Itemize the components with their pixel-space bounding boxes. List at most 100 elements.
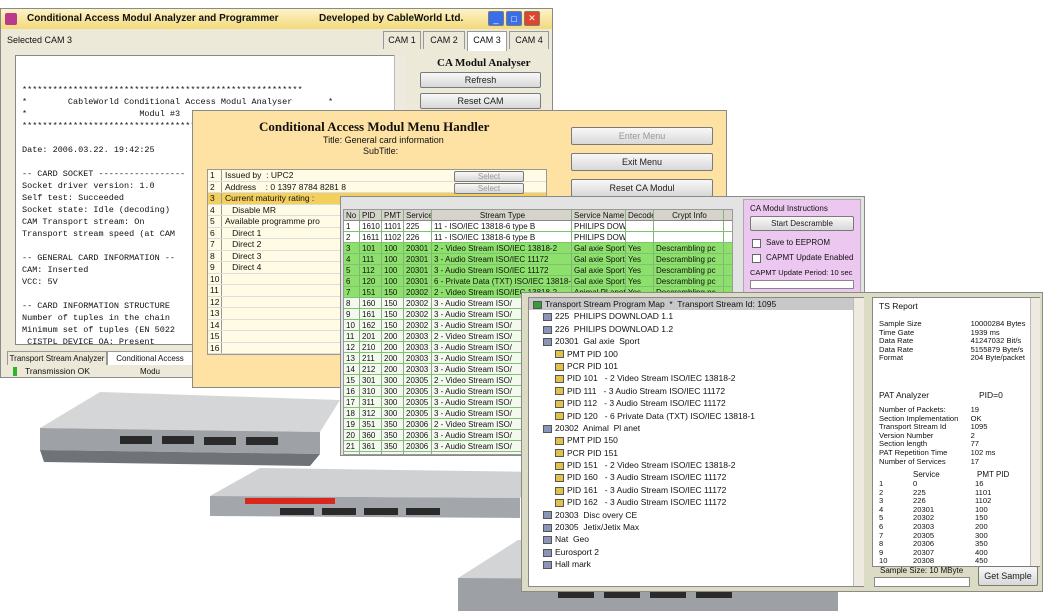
tree-item-label: PID 111 - 3 Audio Stream ISO/IEC 11172 bbox=[567, 385, 726, 396]
table-row[interactable]: 1 1610 1101 225 11 - ISO/IEC 13818-6 type BP… bbox=[344, 221, 732, 232]
refresh-button[interactable]: Refresh bbox=[420, 72, 541, 88]
enter-menu-button[interactable]: Enter Menu bbox=[571, 127, 713, 145]
table-row[interactable]: 5 112 100 20301 3 - Audio Stream ISO/IEC 111… bbox=[344, 265, 732, 276]
menu-row-number: 7 bbox=[208, 239, 222, 250]
table-cell: Descrambling pc bbox=[654, 254, 724, 264]
minimize-button[interactable]: _ bbox=[488, 11, 504, 26]
tree-item[interactable]: Eurosport 2 bbox=[529, 546, 863, 558]
stream-icon bbox=[555, 499, 564, 507]
select-button-1[interactable]: Select bbox=[454, 171, 524, 182]
tree-item[interactable]: 225 PHILIPS DOWNLOAD 1.1 bbox=[529, 310, 863, 322]
tab-cam-2[interactable]: CAM 2 bbox=[423, 31, 465, 49]
service-row: 9 20307 400 bbox=[879, 548, 1029, 558]
get-sample-button[interactable]: Get Sample bbox=[978, 566, 1038, 586]
table-cell: 200 bbox=[382, 331, 404, 341]
exit-menu-button[interactable]: Exit Menu bbox=[571, 153, 713, 171]
tab-transport-stream-analyzer[interactable]: Transport Stream Analyzer bbox=[7, 351, 107, 365]
capmt-enabled-checkbox[interactable] bbox=[752, 254, 761, 263]
tree-item[interactable]: 20303 Disc overy CE bbox=[529, 509, 863, 521]
table-cell: 20301 bbox=[404, 254, 432, 264]
maximize-button[interactable]: □ bbox=[506, 11, 522, 26]
tree-item-label: PID 160 - 3 Audio Stream ISO/IEC 11172 bbox=[567, 472, 727, 483]
tree-item[interactable]: PID 160 - 3 Audio Stream ISO/IEC 11172 bbox=[529, 471, 863, 483]
service-icon bbox=[543, 325, 552, 334]
tree-item[interactable]: 20305 Jetix/Jetix Max bbox=[529, 521, 863, 533]
service-row-cell: 7 bbox=[879, 530, 884, 540]
table-row[interactable]: 4 111 100 20301 3 - Audio Stream ISO/IEC 111… bbox=[344, 254, 732, 265]
table-cell: 13 bbox=[344, 353, 360, 363]
tree-item[interactable]: PID 101 - 2 Video Stream ISO/IEC 13818-2 bbox=[529, 372, 863, 384]
tab-cam-4[interactable]: CAM 4 bbox=[509, 31, 549, 49]
tree-item[interactable]: PID 151 - 2 Video Stream ISO/IEC 13818-2 bbox=[529, 459, 863, 471]
service-row-cell: 5 bbox=[879, 513, 884, 523]
stream-icon bbox=[555, 362, 564, 371]
tree-item[interactable]: PID 111 - 3 Audio Stream ISO/IEC 11172 bbox=[529, 385, 863, 397]
pat-pid-label: PID=0 bbox=[979, 390, 1003, 400]
tab-cam-3[interactable]: CAM 3 bbox=[467, 31, 507, 51]
table-cell: 150 bbox=[382, 320, 404, 330]
table-cell: 1 bbox=[344, 221, 360, 231]
tree-item-label: PMT PID 100 bbox=[567, 348, 618, 359]
select-button-2[interactable]: Select bbox=[454, 183, 524, 194]
close-button[interactable]: ✕ bbox=[524, 11, 540, 26]
table-row[interactable]: 6 120 100 20301 6 - Private Data (TXT) ISO/I… bbox=[344, 276, 732, 287]
tree-scrollbar[interactable] bbox=[853, 298, 864, 586]
table-cell: Yes bbox=[626, 276, 654, 286]
tree-item[interactable]: 20302 Animal Pl anet bbox=[529, 422, 863, 434]
table-cell: 311 bbox=[360, 397, 382, 407]
table-row[interactable]: 2 1611 1102 226 11 - ISO/IEC 13818-6 type BP… bbox=[344, 232, 732, 243]
tree-item[interactable]: PCR PID 101 bbox=[529, 360, 863, 372]
table-cell: 20302 bbox=[404, 309, 432, 319]
app-icon bbox=[5, 13, 17, 25]
tree-item-label: Nat Geo bbox=[555, 534, 590, 545]
table-cell: 300 bbox=[382, 375, 404, 385]
tree-item[interactable]: PID 161 - 3 Audio Stream ISO/IEC 11172 bbox=[529, 484, 863, 496]
menu-row-number: 10 bbox=[208, 273, 222, 284]
tree-item[interactable]: PMT PID 150 bbox=[529, 434, 863, 446]
table-cell bbox=[626, 221, 654, 231]
tree-item-label: PCR PID 101 bbox=[567, 360, 619, 371]
save-eeprom-checkbox[interactable] bbox=[752, 239, 761, 248]
menu-row-number: 14 bbox=[208, 319, 222, 330]
tree-item[interactable]: PID 120 - 6 Private Data (TXT) ISO/IEC 1… bbox=[529, 410, 863, 422]
table-cell: 160 bbox=[360, 298, 382, 308]
table-cell: 361 bbox=[360, 441, 382, 451]
table-cell: 350 bbox=[382, 452, 404, 454]
menu-row-text: Address : 0 1397 8784 8281 8 bbox=[225, 181, 346, 192]
table-cell: 1101 bbox=[382, 221, 404, 231]
tree-item[interactable]: Transport Stream Program Map * Transport… bbox=[529, 298, 863, 311]
tree-item[interactable]: PCR PID 151 bbox=[529, 447, 863, 459]
tree-item[interactable]: Hall mark bbox=[529, 558, 863, 570]
capmt-period-slider[interactable] bbox=[750, 280, 854, 289]
menu-row-number: 3 bbox=[208, 193, 222, 204]
reset-ca-modul-button[interactable]: Reset CA Modul bbox=[571, 179, 713, 197]
start-descramble-button[interactable]: Start Descramble bbox=[750, 216, 854, 231]
tree-item-label: PID 151 - 2 Video Stream ISO/IEC 13818-2 bbox=[567, 460, 736, 471]
tab-conditional-access[interactable]: Conditional Access Modu bbox=[107, 351, 193, 376]
table-cell: 1102 bbox=[382, 232, 404, 242]
report-scrollbar[interactable] bbox=[1030, 298, 1040, 566]
tree-item[interactable]: PMT PID 100 bbox=[529, 348, 863, 360]
ts-report-panel: TS Report Sample Size 10000284 Bytes Time … bbox=[872, 297, 1040, 567]
pat-row-cell: 17 bbox=[970, 456, 980, 466]
menu-row-number: 9 bbox=[208, 262, 222, 273]
service-icon bbox=[543, 523, 552, 532]
tree-item[interactable]: Nat Geo bbox=[529, 533, 863, 545]
table-cell: 10 bbox=[344, 320, 360, 330]
table-cell: Gal axie Sport bbox=[574, 243, 626, 253]
developer-label: Developed by CableWorld Ltd. bbox=[319, 13, 464, 24]
tree-item[interactable]: PID 112 - 3 Audio Stream ISO/IEC 11172 bbox=[529, 397, 863, 409]
tree-item-label: PMT PID 150 bbox=[567, 435, 618, 446]
stream-icon bbox=[555, 350, 564, 359]
ts-report-title: TS Report bbox=[879, 301, 918, 311]
tab-cam-1[interactable]: CAM 1 bbox=[383, 31, 421, 49]
table-cell: 200 bbox=[382, 364, 404, 374]
table-cell: 112 bbox=[360, 265, 382, 275]
tree-item[interactable]: PID 162 - 3 Audio Stream ISO/IEC 11172 bbox=[529, 496, 863, 508]
table-cell: 201 bbox=[360, 331, 382, 341]
reset-cam-button[interactable]: Reset CAM bbox=[420, 93, 541, 109]
table-row[interactable]: 3 101 100 20301 2 - Video Stream ISO/IEC 138… bbox=[344, 243, 732, 254]
sample-size-slider[interactable] bbox=[874, 577, 970, 587]
tree-item[interactable]: 226 PHILIPS DOWNLOAD 1.2 bbox=[529, 323, 863, 335]
tree-item[interactable]: 20301 Gal axie Sport bbox=[529, 335, 863, 347]
